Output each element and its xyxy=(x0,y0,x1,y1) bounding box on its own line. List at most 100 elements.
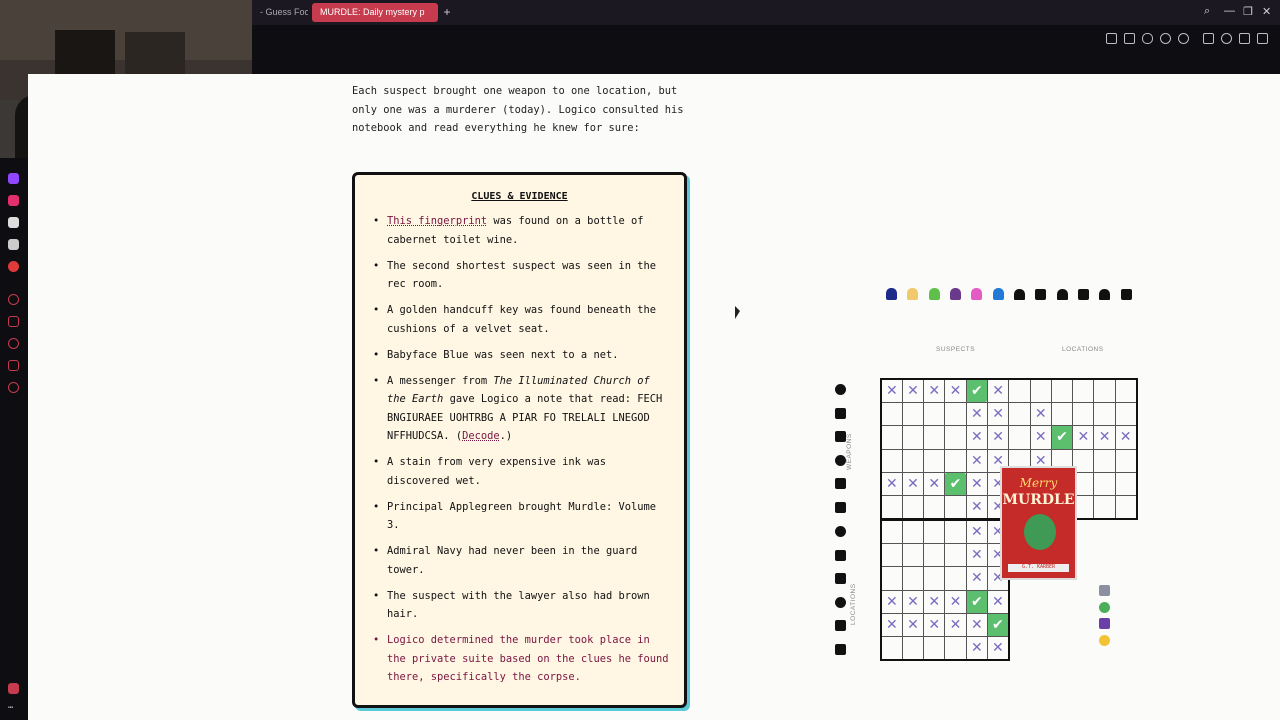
grid-cell-empty[interactable] xyxy=(880,401,903,427)
tab-guess-food[interactable]: - Guess Foo xyxy=(252,3,308,22)
grid-cell-x[interactable]: ✕ xyxy=(880,613,903,638)
heart-icon[interactable] xyxy=(1178,33,1189,44)
grid-cell-x[interactable]: ✕ xyxy=(965,613,988,638)
grid-cell-empty[interactable] xyxy=(901,425,925,450)
grid-cell-empty[interactable] xyxy=(1008,425,1031,450)
grid-cell-check[interactable]: ✔ xyxy=(986,613,1010,638)
grid-cell-empty[interactable] xyxy=(901,566,925,591)
extensions-icon[interactable] xyxy=(1203,33,1214,44)
grid-cell-empty[interactable] xyxy=(1114,448,1138,474)
restore-icon[interactable]: ❐ xyxy=(1243,5,1253,18)
grid-cell-x[interactable]: ✕ xyxy=(1029,425,1052,450)
grid-cell-x[interactable]: ✕ xyxy=(944,613,967,638)
grid-cell-empty[interactable] xyxy=(923,425,946,450)
grid-cell-x[interactable]: ✕ xyxy=(965,425,988,450)
grid-cell-x[interactable]: ✕ xyxy=(901,378,925,403)
grid-cell-x[interactable]: ✕ xyxy=(965,636,988,661)
bookmark-icon[interactable] xyxy=(8,316,19,327)
fingerprint-link[interactable]: This fingerprint xyxy=(387,215,487,227)
grid-cell-empty[interactable] xyxy=(901,636,925,661)
grid-cell-empty[interactable] xyxy=(901,542,925,568)
grid-cell-empty[interactable] xyxy=(944,519,967,544)
grid-cell-empty[interactable] xyxy=(923,542,946,568)
more-icon[interactable]: ⋯ xyxy=(8,703,19,714)
grid-cell-x[interactable]: ✕ xyxy=(880,378,903,403)
grid-cell-empty[interactable] xyxy=(944,566,967,591)
grid-cell-empty[interactable] xyxy=(944,495,967,520)
grid-cell-empty[interactable] xyxy=(944,448,967,474)
grid-cell-empty[interactable] xyxy=(901,401,925,427)
grid-cell-empty[interactable] xyxy=(1050,378,1074,403)
grid-cell-x[interactable]: ✕ xyxy=(965,519,988,544)
account-icon[interactable] xyxy=(1221,33,1232,44)
murdle-book-ad[interactable]: Merry MURDLE G.T. KARBER xyxy=(1000,466,1077,580)
decode-link[interactable]: Decode xyxy=(462,430,500,442)
grid-cell-empty[interactable] xyxy=(1114,472,1138,497)
grid-cell-x[interactable]: ✕ xyxy=(965,472,988,497)
screenshot-icon[interactable] xyxy=(1124,33,1135,44)
tab-murdle[interactable]: MURDLE: Daily mystery p xyxy=(312,3,438,22)
grid-cell-empty[interactable] xyxy=(944,425,967,450)
grid-cell-empty[interactable] xyxy=(901,519,925,544)
grid-cell-empty[interactable] xyxy=(1008,378,1031,403)
grid-cell-empty[interactable] xyxy=(1029,378,1052,403)
grid-cell-x[interactable]: ✕ xyxy=(986,378,1010,403)
menu-icon[interactable] xyxy=(1257,33,1268,44)
grid-cell-empty[interactable] xyxy=(880,448,903,474)
grid-cell-x[interactable]: ✕ xyxy=(1072,425,1095,450)
history-icon[interactable] xyxy=(8,338,19,349)
new-tab-button[interactable]: + xyxy=(440,3,454,22)
grid-cell-x[interactable]: ✕ xyxy=(1093,425,1116,450)
reddit-icon[interactable] xyxy=(8,261,19,272)
save-icon[interactable] xyxy=(1099,618,1110,629)
grid-cell-empty[interactable] xyxy=(944,636,967,661)
grid-cell-x[interactable]: ✕ xyxy=(923,613,946,638)
instagram-icon[interactable] xyxy=(8,195,19,206)
player-icon[interactable] xyxy=(8,294,19,305)
grid-cell-x[interactable]: ✕ xyxy=(965,566,988,591)
twitch-icon[interactable] xyxy=(8,173,19,184)
grid-cell-x[interactable]: ✕ xyxy=(965,401,988,427)
grid-cell-x[interactable]: ✕ xyxy=(965,495,988,520)
grid-cell-empty[interactable] xyxy=(1114,495,1138,520)
grid-cell-x[interactable]: ✕ xyxy=(901,472,925,497)
pin-icon[interactable] xyxy=(1106,33,1117,44)
grid-cell-empty[interactable] xyxy=(901,495,925,520)
grid-cell-empty[interactable] xyxy=(1093,472,1116,497)
x-icon[interactable] xyxy=(8,239,19,250)
grid-cell-empty[interactable] xyxy=(880,542,903,568)
grid-cell-x[interactable]: ✕ xyxy=(986,425,1010,450)
grid-cell-x[interactable]: ✕ xyxy=(986,636,1010,661)
grid-cell-empty[interactable] xyxy=(1072,378,1095,403)
recycle-icon[interactable] xyxy=(1099,602,1110,613)
grid-cell-check[interactable]: ✔ xyxy=(965,589,988,615)
extensions-sidebar-icon[interactable] xyxy=(8,360,19,371)
close-icon[interactable]: ✕ xyxy=(1262,5,1271,18)
download-icon[interactable] xyxy=(1239,33,1250,44)
grid-cell-empty[interactable] xyxy=(923,495,946,520)
grid-cell-empty[interactable] xyxy=(1072,401,1095,427)
grid-cell-empty[interactable] xyxy=(880,636,903,661)
grid-cell-empty[interactable] xyxy=(944,542,967,568)
grid-cell-x[interactable]: ✕ xyxy=(1114,425,1138,450)
grid-cell-x[interactable]: ✕ xyxy=(965,448,988,474)
grid-cell-x[interactable]: ✕ xyxy=(923,589,946,615)
grid-cell-empty[interactable] xyxy=(923,636,946,661)
grid-cell-x[interactable]: ✕ xyxy=(923,378,946,403)
gx-icon[interactable] xyxy=(8,683,19,694)
grid-cell-x[interactable]: ✕ xyxy=(986,589,1010,615)
grid-cell-empty[interactable] xyxy=(1093,495,1116,520)
grid-cell-x[interactable]: ✕ xyxy=(880,589,903,615)
grid-cell-x[interactable]: ✕ xyxy=(944,589,967,615)
deduction-grid-bottom[interactable]: ✕ ✕ ✕ ✕ ✕ ✕ ✕ ✕ ✕ ✕ ✔ ✕ ✕ ✕ ✕ ✕ ✕ ✔ ✕ ✕ xyxy=(880,519,1010,662)
grid-cell-empty[interactable] xyxy=(1093,401,1116,427)
grid-cell-check[interactable]: ✔ xyxy=(1050,425,1074,450)
grid-cell-empty[interactable] xyxy=(1008,401,1031,427)
grid-cell-empty[interactable] xyxy=(923,566,946,591)
grid-cell-check[interactable]: ✔ xyxy=(965,378,988,403)
shield-icon[interactable] xyxy=(1142,33,1153,44)
grid-cell-x[interactable]: ✕ xyxy=(901,613,925,638)
grid-cell-x[interactable]: ✕ xyxy=(986,401,1010,427)
grid-cell-x[interactable]: ✕ xyxy=(923,472,946,497)
grid-cell-empty[interactable] xyxy=(923,401,946,427)
